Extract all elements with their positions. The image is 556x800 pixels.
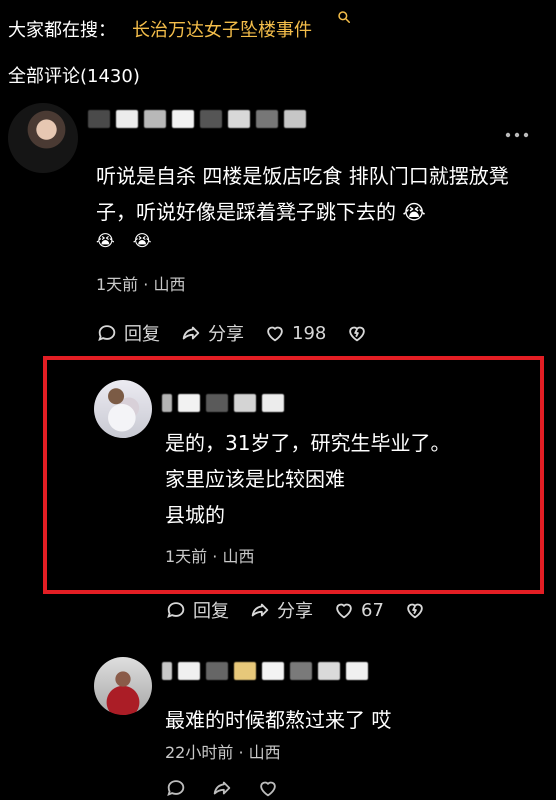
heart-icon <box>336 603 352 619</box>
heart-icon <box>267 326 283 342</box>
like-button[interactable]: 198 <box>264 322 326 344</box>
reply-icon[interactable] <box>165 777 187 799</box>
comment-text: 最难的时候都熬过来了 哎 <box>165 708 392 732</box>
blurred-username[interactable] <box>162 656 452 686</box>
reply-button[interactable]: 回复 <box>165 597 229 623</box>
search-icon[interactable] <box>337 10 351 24</box>
comment-meta: 22小时前 · 山西 <box>165 743 281 762</box>
emoji-row: 😭 😭 <box>96 231 151 250</box>
reply-label: 回复 <box>193 601 229 622</box>
share-button[interactable]: 分享 <box>180 320 244 346</box>
comment-text: 听说是自杀 四楼是饭店吃食 排队门口就摆放凳子，听说好像是踩着凳子跳下去的 😭 <box>96 164 509 224</box>
like-count: 67 <box>361 599 384 621</box>
comment-actions: 回复 分享 198 <box>96 320 368 346</box>
more-options-icon[interactable] <box>505 132 529 138</box>
trending-search-link[interactable]: 长治万达女子坠楼事件 <box>132 16 312 42</box>
crying-emoji-icon: 😭 <box>132 231 152 250</box>
reply-icon <box>167 602 185 618</box>
comments-title: 全部评论(1430) <box>8 66 140 87</box>
share-label: 分享 <box>277 601 313 622</box>
dislike-button[interactable] <box>346 322 368 344</box>
comment-meta: 1天前 · 山西 <box>96 275 186 294</box>
share-icon <box>251 603 269 617</box>
search-prefix: 大家都在搜： <box>8 20 116 41</box>
reply-label: 回复 <box>124 324 160 345</box>
share-label: 分享 <box>208 324 244 345</box>
comment-actions: 回复 分享 67 <box>165 597 426 623</box>
partial-action-bar <box>165 777 279 799</box>
share-icon[interactable] <box>211 777 233 799</box>
heart-icon[interactable] <box>257 777 279 799</box>
share-button[interactable]: 分享 <box>249 597 313 623</box>
crying-emoji-icon: 😭 <box>96 231 115 250</box>
broken-heart-icon <box>407 603 423 619</box>
avatar[interactable] <box>8 103 78 173</box>
blurred-username[interactable] <box>88 104 308 134</box>
share-icon <box>182 326 200 340</box>
dislike-button[interactable] <box>404 599 426 621</box>
reply-button[interactable]: 回复 <box>96 320 160 346</box>
broken-heart-icon <box>349 326 366 342</box>
highlight-box <box>43 356 544 594</box>
avatar[interactable] <box>94 657 152 715</box>
like-count: 198 <box>292 322 327 344</box>
like-button[interactable]: 67 <box>333 599 384 621</box>
reply-icon <box>98 325 116 341</box>
